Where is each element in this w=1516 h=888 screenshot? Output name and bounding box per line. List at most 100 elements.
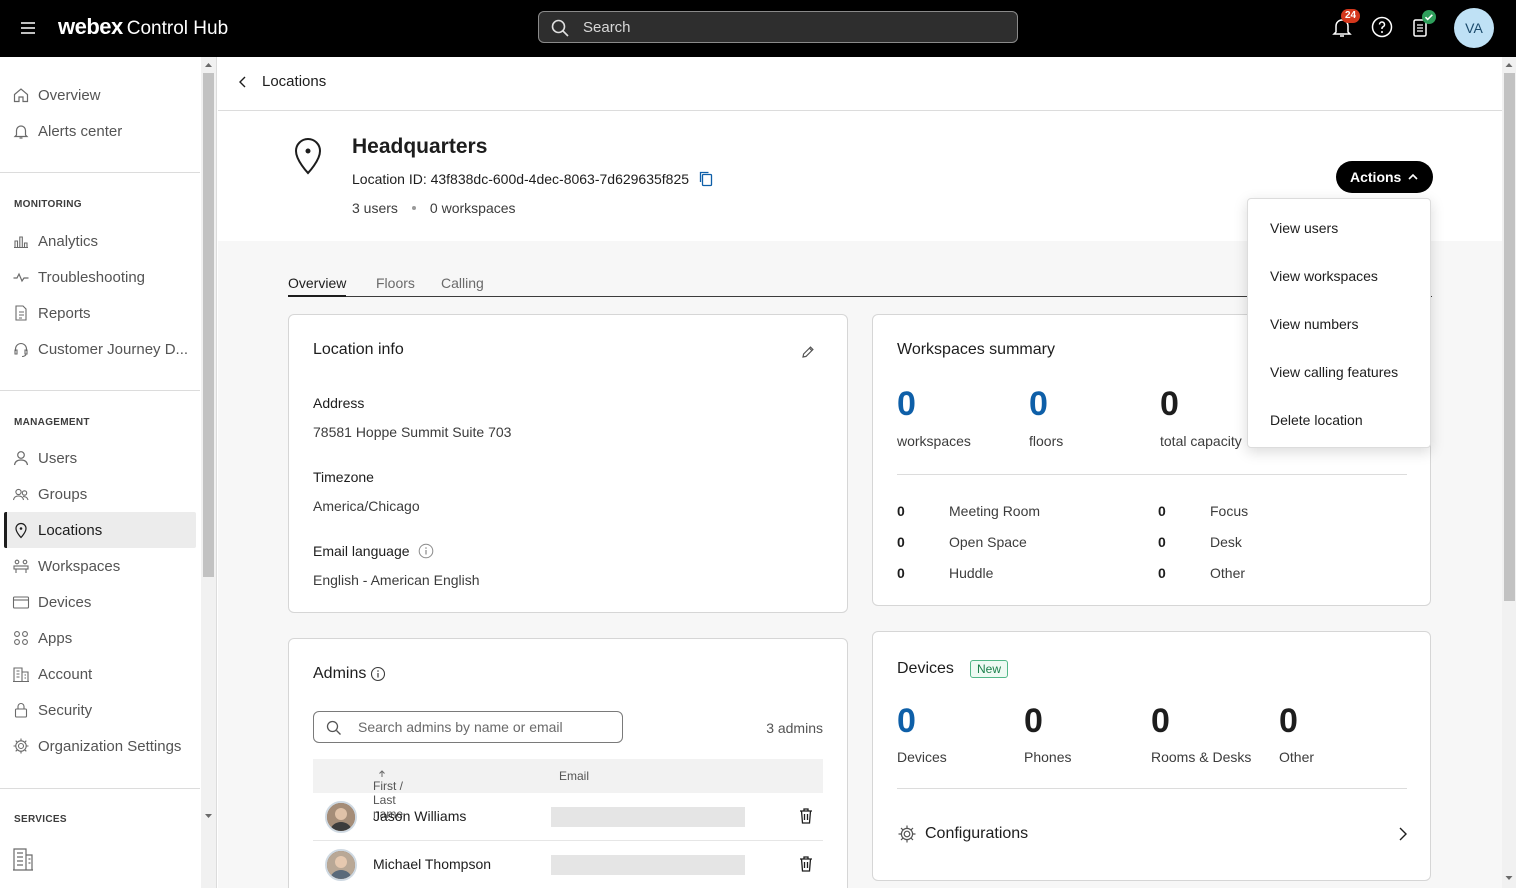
main-scrollbar-thumb[interactable] [1504, 73, 1515, 601]
menu-item-view-workspaces[interactable]: View workspaces [1248, 252, 1430, 300]
sidebar-item-locations[interactable]: Locations [4, 512, 196, 548]
apps-grid-icon [14, 631, 28, 645]
scroll-down-arrow-icon[interactable] [1502, 873, 1516, 883]
info-icon[interactable] [370, 666, 386, 682]
building-icon [13, 667, 29, 683]
sidebar-item-devices[interactable]: Devices [4, 584, 196, 620]
location-meta: 3 users 0 workspaces [352, 200, 516, 216]
other-count: 0 [1158, 565, 1166, 581]
sidebar-item-analytics[interactable]: Analytics [4, 223, 196, 259]
table-row[interactable]: Michael Thompson [313, 841, 823, 888]
global-search[interactable] [538, 11, 1018, 43]
gear-icon [13, 738, 29, 754]
floors-count-label: floors [1029, 433, 1064, 449]
col-email-header: Email [559, 769, 590, 783]
user-icon [13, 451, 29, 466]
huddle-label: Huddle [949, 565, 994, 581]
actions-button-label: Actions [1350, 169, 1402, 185]
admin-search[interactable] [313, 711, 623, 743]
admin-search-input[interactable] [358, 712, 618, 742]
search-icon [326, 720, 341, 735]
trash-icon[interactable] [799, 855, 813, 873]
col-name-header[interactable]: First / Last name [373, 769, 403, 821]
home-icon [13, 88, 29, 103]
sidebar-item-alerts-center[interactable]: Alerts center [4, 113, 196, 149]
menu-item-view-users[interactable]: View users [1248, 204, 1430, 252]
sidebar-item-overview[interactable]: Overview [4, 77, 196, 113]
menu-item-view-numbers[interactable]: View numbers [1248, 300, 1430, 348]
total-capacity-value: 0 [1160, 385, 1179, 423]
scroll-down-arrow-icon[interactable] [201, 811, 216, 821]
sidebar-item-label: Analytics [38, 232, 99, 250]
info-icon[interactable] [418, 543, 434, 559]
help-icon[interactable] [1370, 15, 1394, 39]
menu-item-delete-location[interactable]: Delete location [1248, 396, 1430, 444]
avatar [325, 801, 357, 833]
admin-email-redacted [551, 807, 745, 827]
workspaces-count-value[interactable]: 0 [897, 385, 916, 424]
trash-icon[interactable] [799, 807, 813, 825]
sidebar-item-apps[interactable]: Apps [4, 620, 196, 656]
rooms-desks-count-label: Rooms & Desks [1151, 749, 1252, 765]
devices-count-value[interactable]: 0 [897, 702, 916, 741]
sidebar-item-customer-journey[interactable]: Customer Journey D... [4, 331, 196, 367]
user-avatar[interactable]: VA [1454, 8, 1494, 48]
location-id: Location ID: 43f838dc-600d-4dec-8063-7d6… [352, 171, 713, 187]
admins-card: Admins 3 admins First / Last name Email … [288, 638, 848, 888]
chevron-up-icon [1408, 173, 1418, 180]
bar-chart-icon [14, 236, 28, 249]
menu-icon[interactable] [18, 18, 38, 38]
scroll-up-arrow-icon[interactable] [1502, 60, 1516, 70]
breadcrumb: Locations [218, 57, 1502, 111]
copy-icon[interactable] [699, 171, 713, 187]
table-row[interactable]: Jason Williams [313, 793, 823, 841]
admins-table-header: First / Last name Email [313, 759, 823, 821]
admin-name: Jason Williams [373, 808, 467, 824]
sidebar-scrollbar-thumb[interactable] [203, 73, 214, 577]
actions-button[interactable]: Actions [1336, 161, 1434, 193]
sidebar-divider [0, 788, 200, 789]
main-scrollbar[interactable] [1502, 57, 1516, 888]
sidebar-item-security[interactable]: Security [4, 692, 196, 728]
sort-up-arrow-icon [379, 770, 385, 777]
services-building-icon[interactable] [12, 845, 34, 871]
sidebar-scrollbar[interactable] [201, 57, 216, 888]
separator-dot [411, 206, 416, 210]
sidebar-section-management: MANAGEMENT [14, 417, 90, 428]
menu-item-view-calling-features[interactable]: View calling features [1248, 348, 1430, 396]
devices-card: Devices New 0 Devices 0 Phones 0 Rooms &… [872, 631, 1431, 881]
sidebar-item-label: Security [38, 701, 93, 719]
chevron-right-icon [1399, 827, 1407, 841]
workspaces-count-label: workspaces [897, 433, 971, 449]
global-search-input[interactable] [583, 12, 1003, 42]
timezone-label: Timezone [313, 469, 374, 485]
rooms-desks-count-value: 0 [1151, 702, 1170, 740]
sidebar-item-troubleshooting[interactable]: Troubleshooting [4, 259, 196, 295]
devices-count-label: Devices [897, 749, 947, 765]
sidebar-item-account[interactable]: Account [4, 656, 196, 692]
brand-webex: webex [58, 14, 123, 39]
card-title: Location info [313, 341, 404, 358]
floors-count-value[interactable]: 0 [1029, 385, 1048, 424]
back-to-locations-link[interactable]: Locations [236, 73, 326, 90]
notification-count-badge: 24 [1341, 9, 1361, 23]
location-pin-icon [292, 135, 324, 175]
sidebar-item-groups[interactable]: Groups [4, 476, 196, 512]
tab-overview[interactable]: Overview [288, 275, 347, 297]
avatar [325, 849, 357, 881]
sidebar-item-workspaces[interactable]: Workspaces [4, 548, 196, 584]
sidebar-item-reports[interactable]: Reports [4, 295, 196, 331]
divider [897, 474, 1407, 475]
scroll-up-arrow-icon[interactable] [201, 60, 216, 70]
sidebar-item-organization-settings[interactable]: Organization Settings [4, 728, 196, 764]
edit-pencil-icon[interactable] [801, 345, 815, 359]
sidebar-item-users[interactable]: Users [4, 440, 196, 476]
group-icon [12, 488, 29, 501]
tab-floors[interactable]: Floors [376, 275, 415, 295]
phones-count-label: Phones [1024, 749, 1072, 765]
configurations-link[interactable]: Configurations [897, 820, 1409, 848]
address-label: Address [313, 395, 365, 411]
sidebar-item-label: Alerts center [38, 122, 123, 140]
sidebar-item-label: Locations [38, 521, 103, 539]
tab-calling[interactable]: Calling [441, 275, 484, 295]
